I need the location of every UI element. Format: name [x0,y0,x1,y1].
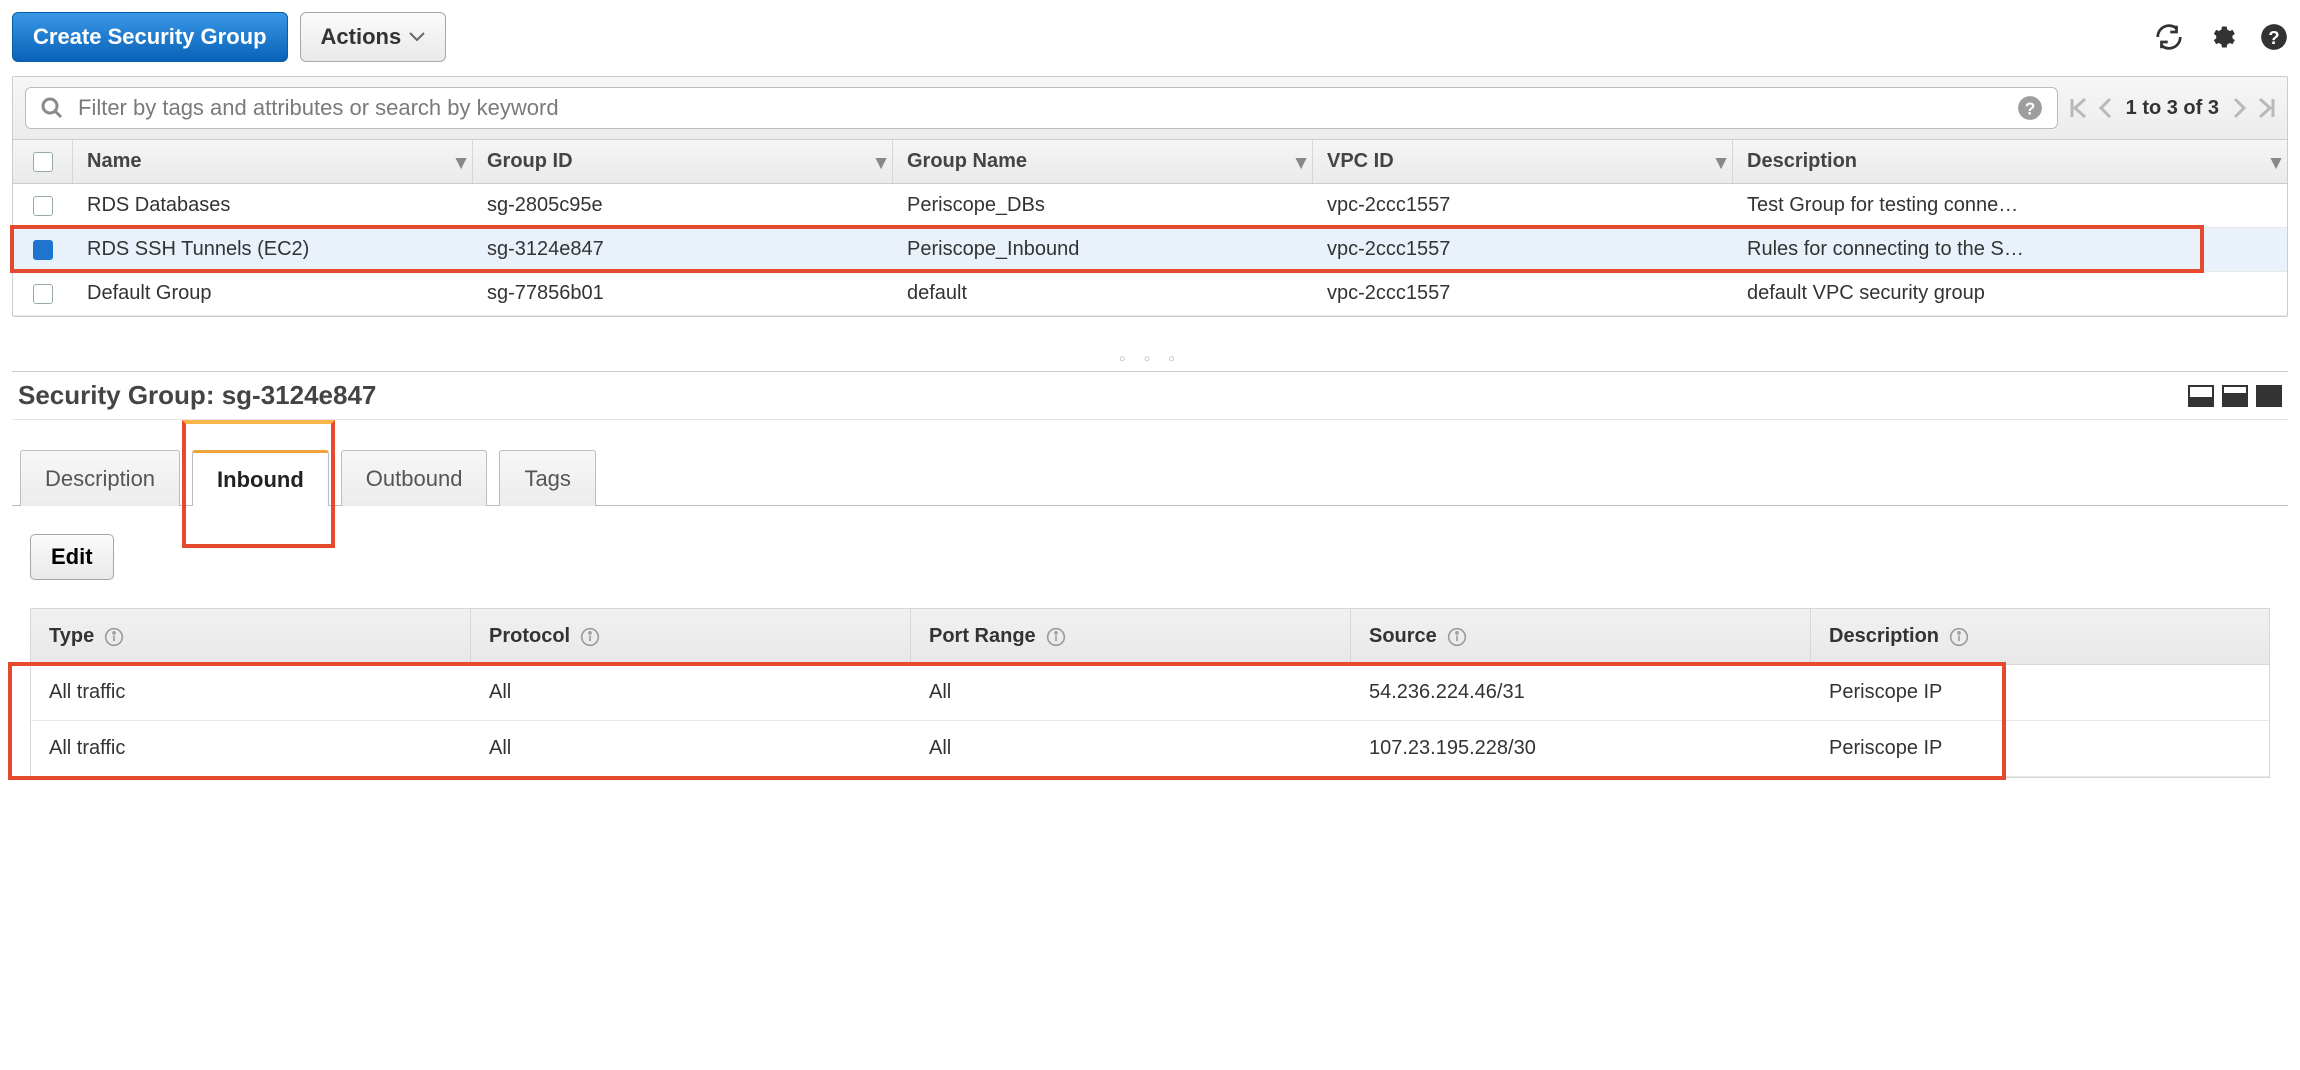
actions-button-label: Actions [321,24,402,50]
cell-description: default VPC security group [1733,272,2287,315]
table-row[interactable]: Default Groupsg-77856b01defaultvpc-2ccc1… [13,272,2287,316]
rules-col-type[interactable]: Type [31,609,471,664]
rules-col-protocol[interactable]: Protocol [471,609,911,664]
tab-tags[interactable]: Tags [499,450,595,506]
cell-description: Test Group for testing conne… [1733,184,2287,227]
row-checkbox[interactable] [33,284,53,304]
search-help-icon[interactable]: ? [2017,95,2043,121]
cell-group-id: sg-77856b01 [473,272,893,315]
page-prev-icon[interactable] [2098,97,2112,119]
sort-icon: ▾ [1296,149,1306,174]
rule-row[interactable]: All trafficAllAll54.236.224.46/31Perisco… [31,665,2269,721]
svg-text:?: ? [2268,27,2279,48]
sort-icon: ▾ [876,149,886,174]
create-security-group-button[interactable]: Create Security Group [12,12,288,62]
search-icon [40,96,64,120]
cell-name: RDS Databases [73,184,473,227]
refresh-icon[interactable] [2154,22,2184,52]
svg-text:?: ? [2024,99,2035,119]
cell-group-id: sg-2805c95e [473,184,893,227]
help-icon[interactable]: ? [2260,23,2288,51]
rules-col-source[interactable]: Source [1351,609,1811,664]
search-input-wrap[interactable]: ? [25,87,2058,129]
search-input[interactable] [76,94,2005,122]
cell-group-name: default [893,272,1313,315]
rule-type: All traffic [31,665,471,720]
sort-icon: ▾ [2271,149,2281,174]
detail-title: Security Group: sg-3124e847 [18,380,376,411]
info-icon[interactable] [1949,627,1969,647]
cell-vpc-id: vpc-2ccc1557 [1313,184,1733,227]
rule-source: 107.23.195.228/30 [1351,721,1811,776]
actions-button[interactable]: Actions [300,12,447,62]
cell-name: RDS SSH Tunnels (EC2) [73,228,473,271]
gear-icon[interactable] [2208,23,2236,51]
pager: 1 to 3 of 3 [2070,97,2275,120]
page-last-icon[interactable] [2257,97,2275,119]
rule-port-range: All [911,721,1351,776]
col-group-id[interactable]: Group ID▾ [473,140,893,183]
table-row[interactable]: RDS Databasessg-2805c95ePeriscope_DBsvpc… [13,184,2287,228]
chevron-down-icon [409,32,425,42]
col-vpc-id[interactable]: VPC ID▾ [1313,140,1733,183]
split-handle[interactable]: ◦ ◦ ◦ [12,347,2288,371]
info-icon[interactable] [104,627,124,647]
rule-row[interactable]: All trafficAllAll107.23.195.228/30Perisc… [31,721,2269,777]
cell-name: Default Group [73,272,473,315]
info-icon[interactable] [1046,627,1066,647]
cell-group-name: Periscope_Inbound [893,228,1313,271]
info-icon[interactable] [580,627,600,647]
rules-header: Type Protocol Port Range Source Descript… [31,609,2269,665]
info-icon[interactable] [1447,627,1467,647]
page-next-icon[interactable] [2233,97,2247,119]
rule-type: All traffic [31,721,471,776]
rules-col-description[interactable]: Description [1811,609,2269,664]
cell-vpc-id: vpc-2ccc1557 [1313,272,1733,315]
rule-description: Periscope IP [1811,721,2269,776]
row-checkbox[interactable] [33,196,53,216]
edit-button[interactable]: Edit [30,534,114,580]
table-row[interactable]: RDS SSH Tunnels (EC2)sg-3124e847Periscop… [13,228,2287,272]
pager-text: 1 to 3 of 3 [2126,97,2219,120]
cell-vpc-id: vpc-2ccc1557 [1313,228,1733,271]
rule-source: 54.236.224.46/31 [1351,665,1811,720]
rule-protocol: All [471,665,911,720]
sort-icon: ▾ [456,149,466,174]
layout-bottom-icon[interactable] [2188,385,2214,407]
select-all-checkbox[interactable] [33,152,53,172]
tab-outbound[interactable]: Outbound [341,450,488,506]
row-checkbox[interactable] [33,240,53,260]
rule-description: Periscope IP [1811,665,2269,720]
layout-split-icon[interactable] [2222,385,2248,407]
cell-group-id: sg-3124e847 [473,228,893,271]
col-group-name[interactable]: Group Name▾ [893,140,1313,183]
rule-protocol: All [471,721,911,776]
sort-icon: ▾ [1716,149,1726,174]
page-first-icon[interactable] [2070,97,2088,119]
col-description[interactable]: Description▾ [1733,140,2287,183]
rule-port-range: All [911,665,1351,720]
cell-description: Rules for connecting to the S… [1733,228,2287,271]
table-header: Name▾ Group ID▾ Group Name▾ VPC ID▾ Desc… [13,140,2287,184]
tab-inbound[interactable]: Inbound [192,450,329,506]
layout-full-icon[interactable] [2256,385,2282,407]
rules-col-port-range[interactable]: Port Range [911,609,1351,664]
cell-group-name: Periscope_DBs [893,184,1313,227]
tab-description[interactable]: Description [20,450,180,506]
col-name[interactable]: Name▾ [73,140,473,183]
